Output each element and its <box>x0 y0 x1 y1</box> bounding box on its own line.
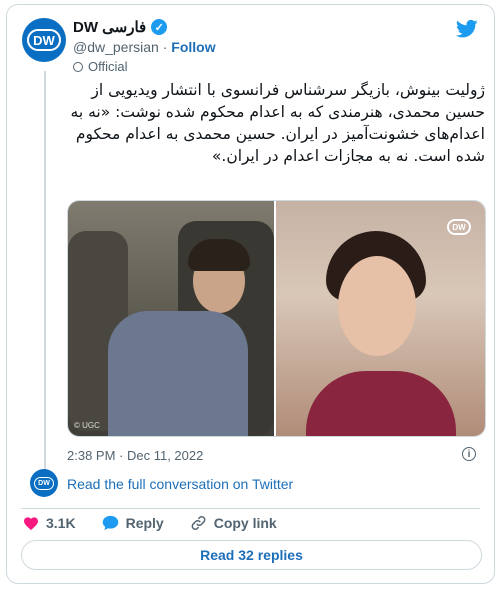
verified-icon: ✓ <box>151 19 168 35</box>
official-badge: Official <box>73 59 128 74</box>
tweet-actions: 3.1K Reply Copy link <box>23 515 277 531</box>
official-icon <box>73 61 83 72</box>
media-caption: © UGC <box>74 421 100 430</box>
divider <box>21 508 480 509</box>
person-face-shape <box>338 256 416 356</box>
like-count: 3.1K <box>46 515 76 531</box>
twitter-bird-icon[interactable] <box>456 19 478 39</box>
person-clothing-shape <box>306 371 456 436</box>
account-name[interactable]: DW فارسی <box>73 18 146 36</box>
reply-icon <box>102 515 118 531</box>
person-hair-shape <box>188 239 250 271</box>
like-button[interactable]: 3.1K <box>23 515 76 531</box>
person-clothing-shape <box>108 311 248 436</box>
avatar[interactable]: DW <box>22 18 66 62</box>
handle-row: @dw_persian · Follow <box>73 39 216 55</box>
official-label: Official <box>88 59 128 74</box>
thread-line <box>44 71 46 471</box>
follow-button[interactable]: Follow <box>171 39 215 55</box>
tweet-timestamp[interactable]: 2:38 PM · Dec 11, 2022 <box>67 448 203 463</box>
copy-link-button[interactable]: Copy link <box>190 515 277 531</box>
copy-link-icon <box>191 516 206 530</box>
handle-separator: · <box>162 39 168 55</box>
tweet-media[interactable]: © UGC DW <box>67 200 486 437</box>
dw-logo-icon: DW <box>447 219 471 235</box>
media-photo-right[interactable]: DW <box>276 201 485 436</box>
info-icon[interactable]: i <box>462 447 476 461</box>
tweet-card: DW DW فارسی ✓ @dw_persian · Follow Offic… <box>6 4 495 584</box>
read-replies-button[interactable]: Read 32 replies <box>21 540 482 570</box>
dw-logo-icon: DW <box>34 476 54 490</box>
conversation-avatar[interactable]: DW <box>30 469 58 497</box>
media-photo-left[interactable]: © UGC <box>68 201 274 436</box>
dw-logo-icon: DW <box>27 29 61 51</box>
read-conversation-link[interactable]: Read the full conversation on Twitter <box>67 476 293 492</box>
reply-label: Reply <box>125 515 164 531</box>
reply-button[interactable]: Reply <box>102 515 164 531</box>
account-handle[interactable]: @dw_persian <box>73 39 159 55</box>
copy-link-label: Copy link <box>213 515 277 531</box>
tweet-text: ژولیت بینوش، بازیگر سرشناس فرانسوی با ان… <box>70 81 485 165</box>
heart-icon <box>24 517 38 531</box>
account-name-row[interactable]: DW فارسی ✓ <box>73 18 168 36</box>
